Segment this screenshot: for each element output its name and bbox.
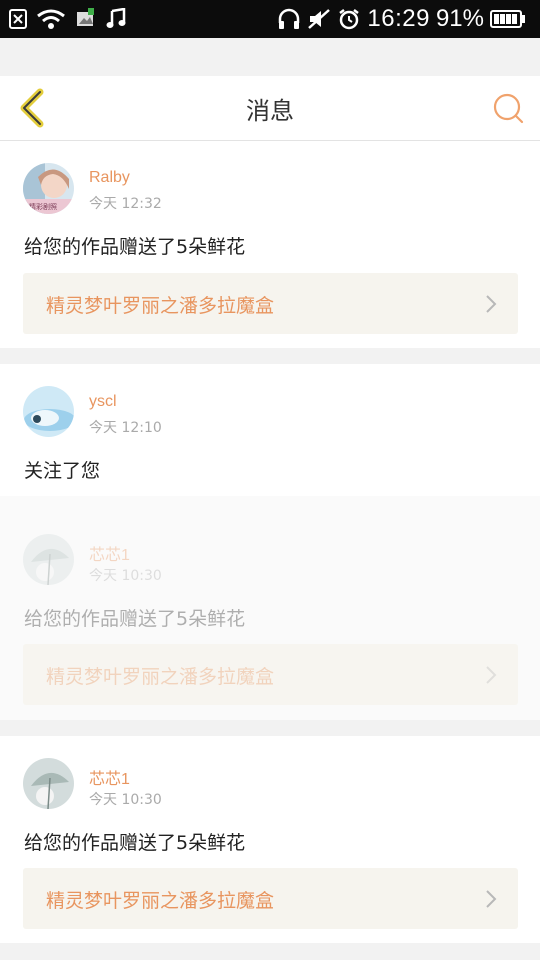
username[interactable]: 芯芯1	[89, 765, 130, 789]
work-title: 精灵梦叶罗丽之潘多拉魔盒	[46, 890, 275, 912]
wifi-icon	[36, 8, 66, 30]
timestamp: 今天 10:30	[89, 792, 162, 808]
work-title: 精灵梦叶罗丽之潘多拉魔盒	[46, 295, 275, 317]
nav-header: 消息	[0, 76, 540, 141]
headphones-icon	[277, 8, 301, 30]
username[interactable]: 芯芯1	[89, 541, 130, 565]
search-icon	[493, 93, 524, 124]
work-link[interactable]: 精灵梦叶罗丽之潘多拉魔盒	[23, 644, 518, 705]
back-button[interactable]	[12, 88, 52, 128]
status-bar: 16:29 91%	[0, 0, 540, 38]
search-button[interactable]	[488, 88, 528, 128]
username[interactable]: Ralby	[89, 169, 130, 187]
avatar[interactable]: 精彩剧照	[23, 163, 74, 214]
status-spacer	[0, 38, 540, 76]
mute-icon	[307, 8, 331, 30]
message-text: 给您的作品赠送了5朵鲜花	[24, 236, 246, 258]
battery-percent: 91%	[435, 5, 484, 32]
username[interactable]: yscl	[89, 393, 117, 411]
music-note-icon	[106, 8, 126, 30]
work-title: 精灵梦叶罗丽之潘多拉魔盒	[46, 666, 275, 688]
alarm-icon	[337, 8, 361, 30]
message-item[interactable]: 芯芯1 今天 10:30 给您的作品赠送了5朵鲜花 精灵梦叶罗丽之潘多拉魔盒	[0, 736, 540, 943]
chevron-right-icon	[486, 295, 497, 313]
clock-time: 16:29	[367, 5, 430, 32]
chevron-right-icon	[486, 666, 497, 684]
notification-close-icon	[8, 8, 28, 30]
avatar[interactable]	[23, 386, 74, 437]
timestamp: 今天 10:30	[89, 568, 162, 584]
timestamp: 今天 12:10	[89, 420, 162, 436]
work-link[interactable]: 精灵梦叶罗丽之潘多拉魔盒	[23, 273, 518, 334]
avatar[interactable]	[23, 758, 74, 809]
work-link[interactable]: 精灵梦叶罗丽之潘多拉魔盒	[23, 868, 518, 929]
svg-text:精彩剧照: 精彩剧照	[29, 202, 57, 211]
download-image-icon	[74, 8, 98, 30]
chevron-right-icon	[486, 890, 497, 908]
message-text: 给您的作品赠送了5朵鲜花	[24, 832, 246, 854]
message-item[interactable]: 精彩剧照 Ralby 今天 12:32 给您的作品赠送了5朵鲜花 精灵梦叶罗丽之…	[0, 141, 540, 348]
message-item[interactable]: yscl 今天 12:10 关注了您	[0, 364, 540, 496]
message-text: 关注了您	[24, 460, 101, 482]
avatar[interactable]	[23, 534, 74, 585]
timestamp: 今天 12:32	[89, 196, 162, 212]
battery-icon	[490, 9, 526, 29]
page-title: 消息	[246, 96, 294, 125]
message-text: 给您的作品赠送了5朵鲜花	[24, 608, 246, 630]
back-arrow-icon	[20, 88, 44, 128]
message-item[interactable]: 芯芯1 今天 10:30 给您的作品赠送了5朵鲜花 精灵梦叶罗丽之潘多拉魔盒	[0, 496, 540, 720]
